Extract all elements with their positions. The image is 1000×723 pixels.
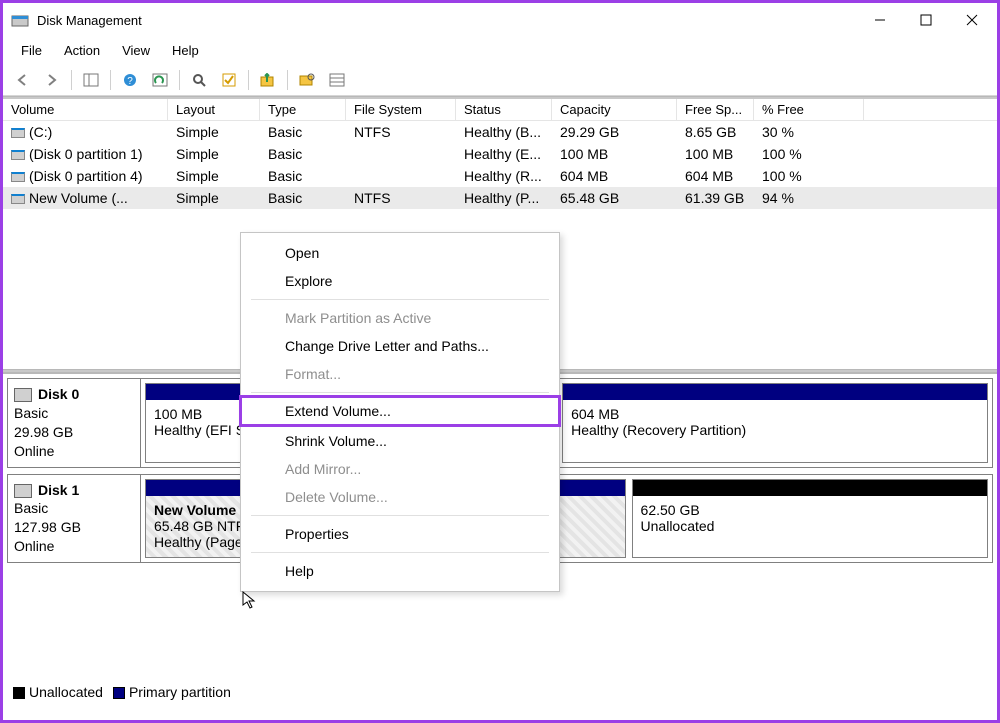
close-button[interactable] <box>949 4 995 36</box>
table-cell: (Disk 0 partition 4) <box>3 168 168 184</box>
table-cell: 604 MB <box>552 168 677 184</box>
toolbar-separator <box>179 70 180 90</box>
toolbar-separator <box>110 70 111 90</box>
disk-info[interactable]: Disk 1Basic127.98 GBOnline <box>8 475 141 563</box>
table-cell: 29.29 GB <box>552 124 677 140</box>
menu-separator <box>251 299 549 300</box>
table-cell: Basic <box>260 124 346 140</box>
column-header[interactable]: % Free <box>754 99 864 120</box>
table-cell: 100 % <box>754 146 864 162</box>
table-cell: New Volume (... <box>3 190 168 206</box>
table-cell: 65.48 GB <box>552 190 677 206</box>
table-cell: 8.65 GB <box>677 124 754 140</box>
table-cell: Healthy (E... <box>456 146 552 162</box>
menu-separator <box>251 392 549 393</box>
table-cell: Simple <box>168 168 260 184</box>
menu-item-extend-volume[interactable]: Extend Volume... <box>241 397 559 425</box>
partition[interactable]: 62.50 GBUnallocated <box>632 479 988 559</box>
context-menu[interactable]: OpenExplore Mark Partition as ActiveChang… <box>240 232 560 592</box>
menu-item-properties[interactable]: Properties <box>241 520 559 548</box>
menu-item-shrink-volume[interactable]: Shrink Volume... <box>241 427 559 455</box>
properties-button[interactable] <box>294 68 320 92</box>
cursor-icon <box>242 591 258 613</box>
menu-file[interactable]: File <box>11 41 52 60</box>
menubar: FileActionViewHelp <box>3 37 997 66</box>
table-cell: 61.39 GB <box>677 190 754 206</box>
table-cell: (Disk 0 partition 1) <box>3 146 168 162</box>
table-cell: (C:) <box>3 124 168 140</box>
menu-item-help[interactable]: Help <box>241 557 559 585</box>
rescan-button[interactable] <box>186 68 212 92</box>
table-cell: Healthy (B... <box>456 124 552 140</box>
disk-info[interactable]: Disk 0Basic29.98 GBOnline <box>8 379 141 467</box>
table-cell: NTFS <box>346 124 456 140</box>
maximize-button[interactable] <box>903 4 949 36</box>
minimize-button[interactable] <box>857 4 903 36</box>
list-settings-button[interactable] <box>324 68 350 92</box>
menu-item-add-mirror: Add Mirror... <box>241 455 559 483</box>
table-cell: Simple <box>168 146 260 162</box>
app-icon <box>11 11 29 29</box>
titlebar: Disk Management <box>3 3 997 37</box>
toolbar-separator <box>71 70 72 90</box>
refresh-button[interactable] <box>147 68 173 92</box>
menu-action[interactable]: Action <box>54 41 110 60</box>
toolbar-separator <box>248 70 249 90</box>
menu-separator <box>251 552 549 553</box>
table-cell: 94 % <box>754 190 864 206</box>
show-hide-tree-button[interactable] <box>78 68 104 92</box>
column-header[interactable]: Type <box>260 99 346 120</box>
legend-unallocated: Unallocated <box>13 684 103 700</box>
table-cell: Basic <box>260 146 346 162</box>
table-header: VolumeLayoutTypeFile SystemStatusCapacit… <box>3 99 997 121</box>
folder-button[interactable] <box>255 68 281 92</box>
table-row[interactable]: (Disk 0 partition 4)SimpleBasic Healthy (… <box>3 165 997 187</box>
table-cell: Basic <box>260 190 346 206</box>
table-row[interactable]: New Volume (...SimpleBasicNTFSHealthy (P… <box>3 187 997 209</box>
table-row[interactable]: (Disk 0 partition 1)SimpleBasic Healthy (… <box>3 143 997 165</box>
table-cell: Healthy (R... <box>456 168 552 184</box>
legend: Unallocated Primary partition <box>13 684 231 700</box>
partition[interactable]: 604 MBHealthy (Recovery Partition) <box>562 383 988 463</box>
column-header[interactable]: Volume <box>3 99 168 120</box>
window-title: Disk Management <box>37 13 857 28</box>
table-row[interactable]: (C:)SimpleBasicNTFSHealthy (B...29.29 GB… <box>3 121 997 143</box>
menu-item-delete-volume: Delete Volume... <box>241 483 559 511</box>
table-cell: 604 MB <box>677 168 754 184</box>
menu-view[interactable]: View <box>112 41 160 60</box>
table-cell: 100 % <box>754 168 864 184</box>
table-cell: Healthy (P... <box>456 190 552 206</box>
table-cell: 100 MB <box>677 146 754 162</box>
menu-item-format: Format... <box>241 360 559 388</box>
table-cell: 30 % <box>754 124 864 140</box>
menu-item-change-drive-letter-and-paths[interactable]: Change Drive Letter and Paths... <box>241 332 559 360</box>
table-cell: Simple <box>168 190 260 206</box>
column-header[interactable]: Capacity <box>552 99 677 120</box>
table-cell: 100 MB <box>552 146 677 162</box>
column-header[interactable]: File System <box>346 99 456 120</box>
menu-separator <box>251 515 549 516</box>
legend-primary: Primary partition <box>113 684 231 700</box>
help-button[interactable]: ? <box>117 68 143 92</box>
column-header[interactable]: Layout <box>168 99 260 120</box>
toolbar-separator <box>287 70 288 90</box>
column-header[interactable]: Free Sp... <box>677 99 754 120</box>
volume-table: VolumeLayoutTypeFile SystemStatusCapacit… <box>3 99 997 209</box>
toolbar: ? <box>3 66 997 96</box>
settings-button[interactable] <box>216 68 242 92</box>
menu-item-open[interactable]: Open <box>241 239 559 267</box>
table-cell: Basic <box>260 168 346 184</box>
menu-item-explore[interactable]: Explore <box>241 267 559 295</box>
menu-help[interactable]: Help <box>162 41 209 60</box>
forward-button[interactable] <box>39 68 65 92</box>
column-header[interactable]: Status <box>456 99 552 120</box>
table-cell: NTFS <box>346 190 456 206</box>
back-button[interactable] <box>9 68 35 92</box>
table-cell: Simple <box>168 124 260 140</box>
svg-text:?: ? <box>127 76 133 87</box>
menu-item-mark-partition-as-active: Mark Partition as Active <box>241 304 559 332</box>
